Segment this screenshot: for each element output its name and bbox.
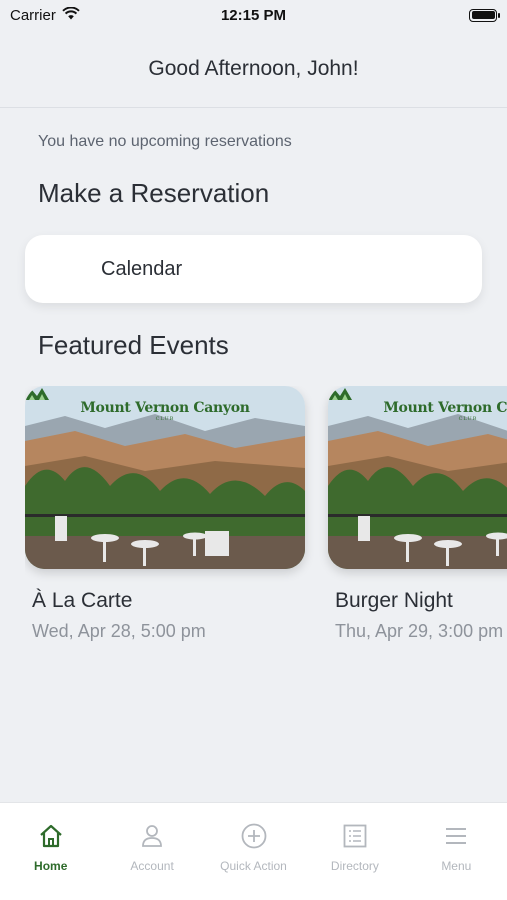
event-image: Mount Vernon Canyon CLUB (328, 386, 507, 569)
status-bar: Carrier 12:15 PM (0, 0, 507, 30)
event-name: À La Carte (32, 589, 133, 612)
tab-menu-label: Menu (441, 859, 472, 873)
tab-account[interactable]: Account (101, 803, 202, 900)
person-icon (142, 825, 163, 847)
home-icon (39, 824, 62, 848)
featured-events-carousel[interactable]: Mount Vernon Canyon CLUB À La Carte Wed,… (25, 386, 507, 656)
club-logo-text: Mount Vernon Canyon (383, 400, 507, 416)
mountain-logo-icon (25, 388, 49, 400)
tab-directory[interactable]: Directory (304, 803, 405, 900)
no-reservations-notice: You have no upcoming reservations (38, 133, 292, 150)
tab-home-label: Home (34, 859, 68, 873)
tab-account-label: Account (130, 859, 174, 873)
greeting-title: Good Afternoon, John! (148, 56, 359, 80)
tab-menu[interactable]: Menu (406, 803, 507, 900)
header: Good Afternoon, John! (0, 30, 507, 108)
featured-events-title: Featured Events (38, 330, 229, 360)
club-logo: Mount Vernon Canyon CLUB (25, 388, 305, 422)
tab-quick-action[interactable]: Quick Action (203, 803, 304, 900)
tab-quick-action-label: Quick Action (220, 859, 287, 873)
club-logo-sub: CLUB (458, 416, 478, 422)
event-card[interactable]: Mount Vernon Canyon CLUB À La Carte Wed,… (25, 386, 305, 642)
make-reservation-title: Make a Reservation (38, 178, 270, 208)
status-left: Carrier (10, 6, 80, 24)
tab-directory-label: Directory (330, 859, 379, 873)
event-date: Thu, Apr 29, 3:00 pm (335, 621, 504, 641)
mountain-logo-icon (328, 388, 352, 400)
wifi-icon (62, 6, 80, 24)
battery-icon (469, 8, 500, 22)
tab-bar: Home Account Quick Action Directory Menu (0, 802, 507, 900)
carrier-label: Carrier (10, 6, 56, 24)
club-logo-sub: CLUB (155, 416, 175, 422)
hamburger-icon (446, 828, 467, 844)
club-logo-text: Mount Vernon Canyon (80, 400, 250, 416)
event-image: Mount Vernon Canyon CLUB (25, 386, 305, 569)
event-date: Wed, Apr 28, 5:00 pm (32, 621, 206, 641)
club-logo: Mount Vernon Canyon CLUB (328, 388, 507, 422)
event-name: Burger Night (335, 589, 453, 612)
calendar-label: Calendar (101, 257, 183, 280)
event-card[interactable]: Mount Vernon Canyon CLUB Burger Night Th… (328, 386, 507, 642)
tab-home[interactable]: Home (0, 803, 101, 900)
calendar-button[interactable]: Calendar (25, 235, 482, 303)
plus-circle-icon (241, 823, 266, 849)
list-icon (343, 824, 367, 848)
